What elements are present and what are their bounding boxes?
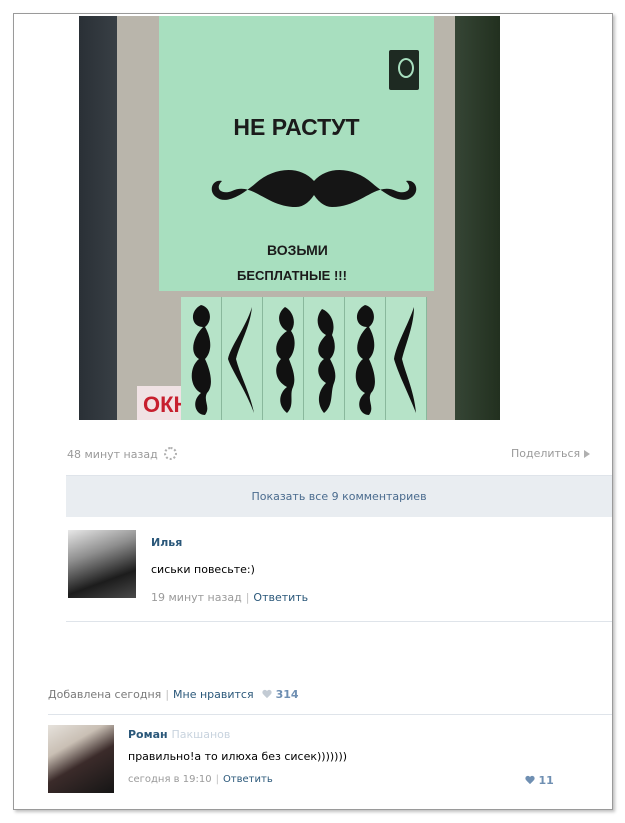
mustache-strip-icon [317, 309, 336, 413]
comment-author-name: Илья [151, 536, 183, 549]
comment-text: правильно!а то илюха без сисек))))))) [128, 750, 348, 763]
show-all-comments-button[interactable]: Показать все 9 комментариев [66, 475, 612, 517]
strip [345, 297, 386, 420]
mustache-strip-icon [191, 305, 211, 415]
poster-line-free: БЕСПЛАТНЫЕ !!! [237, 268, 347, 283]
settings-icon[interactable] [164, 447, 178, 460]
share-arrow-icon [584, 450, 591, 458]
post-time-link[interactable]: 48 минут назад [67, 448, 158, 461]
comment-author[interactable]: Илья [151, 536, 182, 549]
strip [222, 297, 263, 420]
mustache-strip-icon [394, 307, 416, 413]
poster-headline: НЕ РАСТУТ [233, 114, 360, 140]
post-photo[interactable]: ОКНА НЕ РАСТУТ ВОЗЬМИ БЕСПЛАТНЫЕ !!! [79, 16, 500, 420]
post-footer: Добавлена сегодня | Мне нравится 314 [48, 688, 299, 701]
mustache-strip-icon [228, 307, 254, 413]
strip [386, 297, 427, 420]
mustache-strip-icon [355, 305, 375, 415]
comment-time[interactable]: сегодня в 19:10 [128, 774, 212, 785]
comment-author-name: Роман [128, 728, 168, 741]
like-count: 314 [275, 688, 299, 701]
reply-link[interactable]: Ответить [253, 591, 308, 604]
strip [181, 297, 222, 420]
comment-like[interactable]: 11 [525, 774, 554, 787]
poster-line-take: ВОЗЬМИ [267, 242, 328, 258]
avatar-roman[interactable] [48, 725, 114, 793]
strip [263, 297, 304, 420]
avatar-ilya[interactable] [68, 530, 136, 598]
strip [304, 297, 345, 420]
share-label: Поделиться [511, 447, 581, 460]
logo-icon [389, 50, 419, 90]
comment-like-count: 11 [538, 774, 554, 787]
divider [66, 621, 612, 622]
like-link[interactable]: Мне нравится [173, 688, 254, 701]
comment-text: сиськи повесьте:) [151, 563, 255, 576]
meta-separator: | [165, 688, 170, 701]
comment-author[interactable]: Роман Пакшанов [128, 728, 230, 741]
post-meta: 48 минут назад [67, 447, 178, 461]
comment-time[interactable]: 19 минут назад [151, 591, 242, 604]
added-label: Добавлена сегодня [48, 688, 162, 701]
share-control[interactable]: Поделиться [511, 447, 591, 460]
poster: НЕ РАСТУТ ВОЗЬМИ БЕСПЛАТНЫЕ !!! [159, 16, 434, 291]
comment-author-surname: Пакшанов [171, 728, 231, 741]
screenshot-frame: ОКНА НЕ РАСТУТ ВОЗЬМИ БЕСПЛАТНЫЕ !!! 48 … [13, 13, 613, 810]
comment-meta: 19 минут назад | Ответить [151, 591, 308, 604]
comment-meta: сегодня в 19:10 | Ответить [128, 774, 273, 785]
heart-icon [525, 776, 535, 785]
mustache-strip-icon [276, 307, 295, 413]
mustache-icon [211, 169, 417, 207]
meta-separator: | [215, 774, 219, 785]
divider [48, 714, 612, 715]
heart-icon[interactable] [262, 690, 272, 699]
reply-link[interactable]: Ответить [223, 774, 273, 785]
meta-separator: | [245, 591, 250, 604]
tear-off-strips [181, 297, 427, 420]
